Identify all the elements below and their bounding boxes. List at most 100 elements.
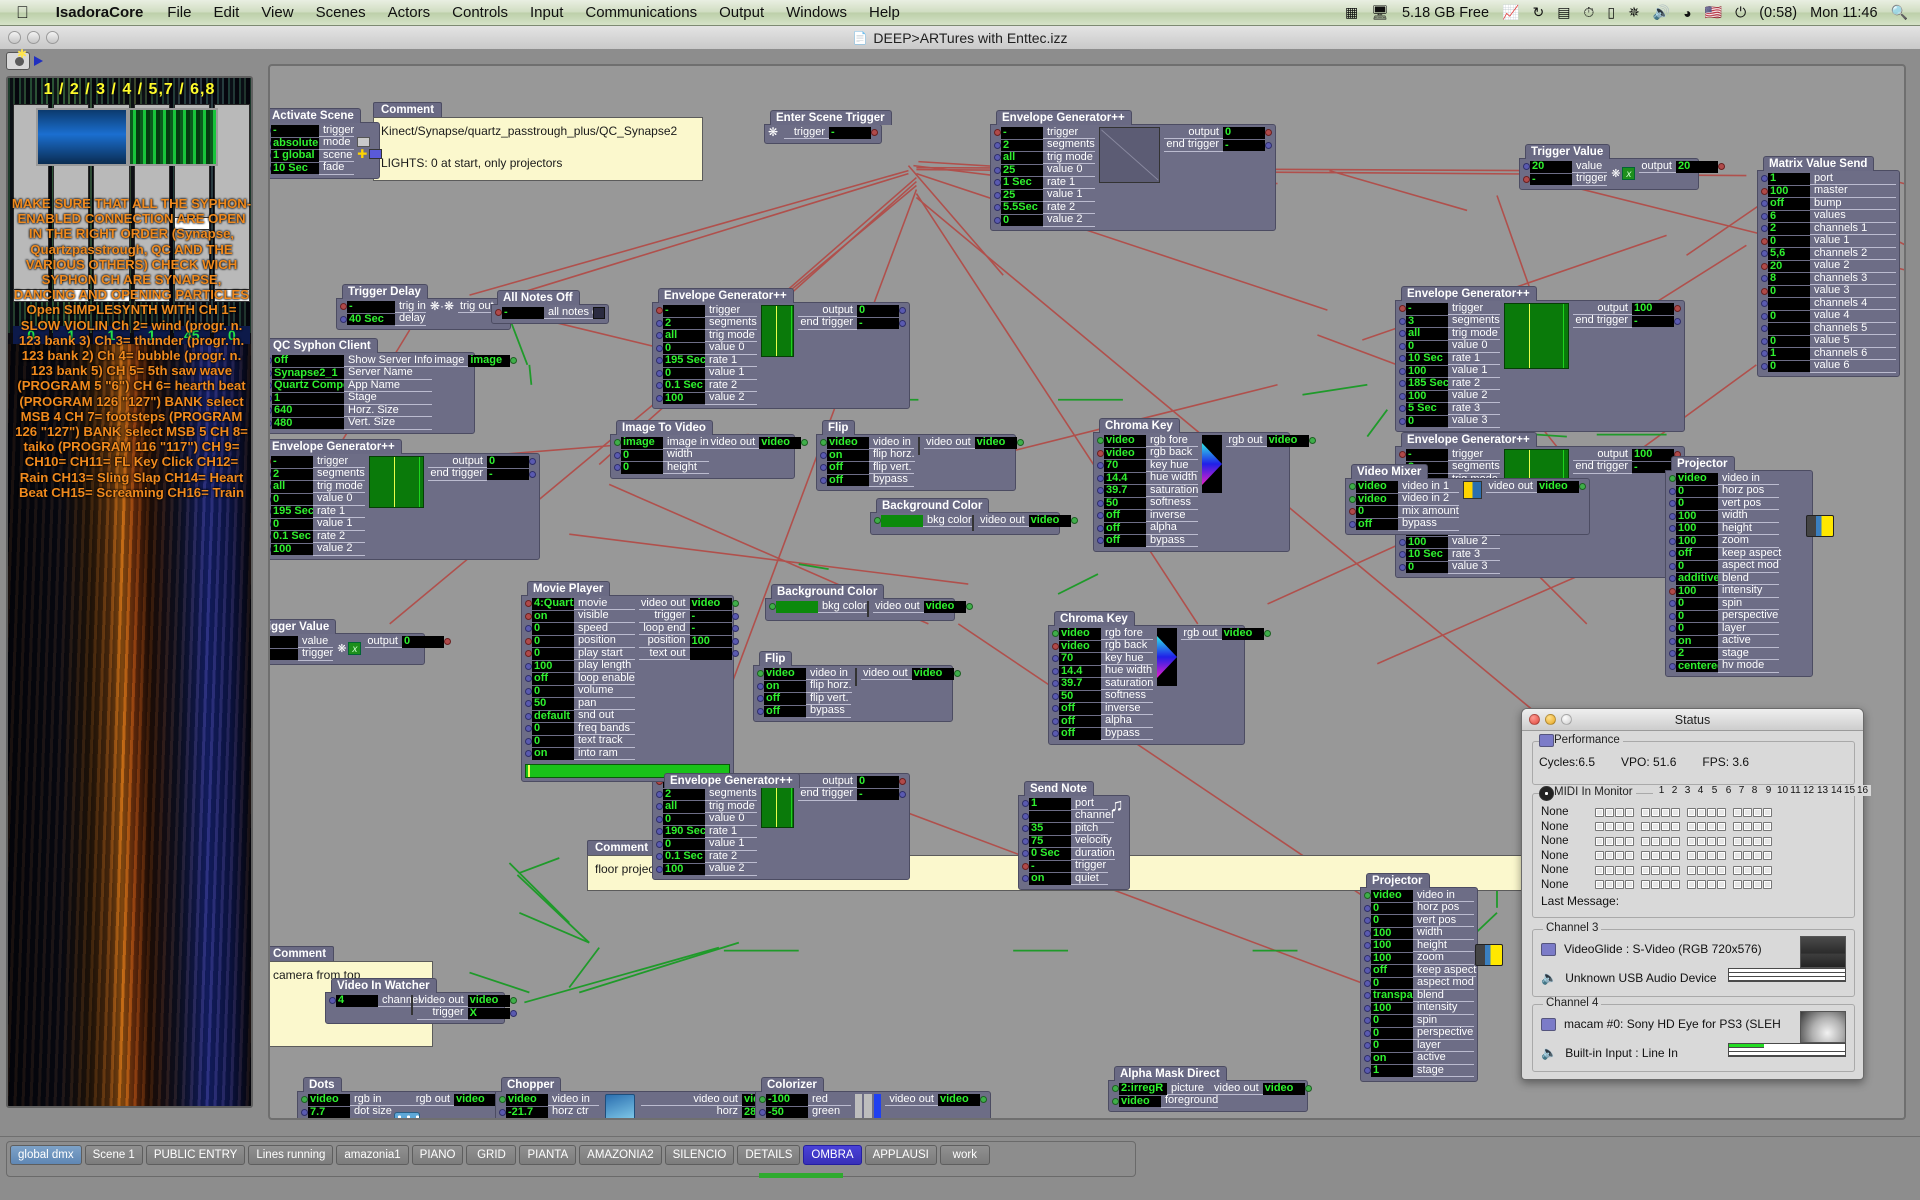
value-field[interactable]: on: [1676, 635, 1718, 647]
actor-title[interactable]: Envelope Generator++: [1401, 286, 1537, 301]
value-field[interactable]: 0.1 Sec: [271, 531, 313, 543]
input-port[interactable]: [994, 154, 1001, 162]
value-field[interactable]: off: [827, 462, 869, 474]
value-field[interactable]: 2: [663, 317, 705, 329]
scene-tab-silencio[interactable]: SILENCIO: [664, 1145, 735, 1165]
actor-title[interactable]: Dots: [303, 1077, 342, 1092]
actor-activate-scene[interactable]: Activate Scene - trigger absolute mode 1 g…: [270, 108, 383, 180]
actor-title[interactable]: Background Color: [771, 584, 885, 599]
actor-title[interactable]: Flip: [759, 651, 793, 666]
input-port[interactable]: [1022, 862, 1029, 870]
value-field[interactable]: off: [1676, 548, 1718, 560]
value-field[interactable]: 640: [272, 405, 344, 417]
input-port[interactable]: [757, 682, 764, 690]
scene-tab-piano[interactable]: PIANO: [411, 1145, 464, 1165]
input-port[interactable]: [656, 853, 663, 861]
value-field[interactable]: -21.7: [506, 1106, 548, 1118]
value-field[interactable]: all: [1406, 328, 1448, 340]
input-port[interactable]: [1399, 451, 1406, 459]
value-field[interactable]: -: [271, 456, 313, 468]
value-field[interactable]: 100: [1768, 185, 1810, 197]
value-field[interactable]: 0: [621, 449, 663, 461]
clock-menu[interactable]: Mon 11:46: [1810, 5, 1877, 21]
value-field[interactable]: off: [272, 355, 344, 367]
input-port[interactable]: [1761, 225, 1768, 233]
actor-enter-scene-trigger[interactable]: Enter Scene Trigger ❋ trigger -: [764, 110, 892, 145]
input-port[interactable]: [1761, 200, 1768, 208]
value-field[interactable]: 2: [271, 468, 313, 480]
actor-envelope-generator-3[interactable]: Envelope Generator++ - trigger 3 segments …: [1395, 286, 1685, 433]
input-port[interactable]: [1399, 342, 1406, 350]
scene-tab-amazonia1[interactable]: amazonia1: [336, 1145, 409, 1165]
value-field[interactable]: 0: [1768, 360, 1810, 372]
timemachine-menu-icon[interactable]: ⏱: [1583, 4, 1594, 21]
value-field[interactable]: 70: [1059, 653, 1101, 665]
spotlight-search-icon[interactable]: 🔍: [1891, 4, 1908, 21]
value-field[interactable]: 195 Sec: [271, 506, 313, 518]
input-port[interactable]: [1761, 187, 1768, 195]
value-field[interactable]: 190 Sec: [663, 826, 705, 838]
value-field[interactable]: 0: [532, 735, 574, 747]
value-field[interactable]: 100: [1371, 1002, 1413, 1014]
value-field[interactable]: 14.4: [1104, 472, 1146, 484]
menu-item-help[interactable]: Help: [858, 4, 911, 21]
input-port[interactable]: [820, 464, 827, 472]
input-port[interactable]: [1052, 692, 1059, 700]
input-port[interactable]: [1097, 524, 1104, 532]
input-port[interactable]: [994, 191, 1001, 199]
output-port[interactable]: [899, 319, 906, 327]
value-field[interactable]: 2: [1001, 139, 1043, 151]
value-field[interactable]: 5,6: [1768, 248, 1810, 260]
input-port[interactable]: [1097, 449, 1104, 457]
input-port[interactable]: [525, 612, 532, 620]
value-field[interactable]: 14.4: [1059, 665, 1101, 677]
input-port[interactable]: [820, 451, 827, 459]
input-port[interactable]: [1761, 237, 1768, 245]
value-field[interactable]: 100: [1371, 927, 1413, 939]
value-field[interactable]: 100: [1406, 536, 1448, 548]
actor-trigger-value-mid[interactable]: Trigger Value 0value -trigger ❋ x output…: [270, 619, 451, 666]
input-port[interactable]: [759, 1108, 766, 1116]
value-field[interactable]: 100: [1676, 523, 1718, 535]
play-icon[interactable]: [34, 56, 43, 66]
value-field[interactable]: additive: [1676, 573, 1718, 585]
input-port[interactable]: [1669, 575, 1676, 583]
value-field[interactable]: 100: [1371, 940, 1413, 952]
input-port[interactable]: [525, 712, 532, 720]
input-port[interactable]: [1399, 551, 1406, 559]
output-port[interactable]: [1674, 305, 1681, 313]
value-field[interactable]: -: [1530, 173, 1572, 185]
input-port[interactable]: [1349, 520, 1356, 528]
input-port[interactable]: [525, 650, 532, 658]
actor-trigger-value-top[interactable]: Trigger Value 20 value - trigger ❋ x outpu…: [1519, 144, 1725, 191]
minimize-button[interactable]: [1545, 714, 1556, 725]
value-field[interactable]: all: [271, 481, 313, 493]
actor-title[interactable]: QC Syphon Client: [270, 338, 378, 353]
input-port[interactable]: [1364, 1004, 1371, 1012]
value-field[interactable]: 1: [1371, 1065, 1413, 1077]
input-port[interactable]: [656, 803, 663, 811]
input-port[interactable]: [1399, 392, 1406, 400]
value-field[interactable]: 100: [1676, 510, 1718, 522]
value-field[interactable]: 50: [1104, 497, 1146, 509]
value-field[interactable]: 35: [1029, 823, 1071, 835]
output-port[interactable]: [509, 1009, 517, 1017]
value-field[interactable]: 20: [1768, 260, 1810, 272]
scene-tab-work[interactable]: work: [939, 1145, 990, 1165]
value-field[interactable]: 0: [1676, 485, 1718, 497]
value-field[interactable]: off: [827, 474, 869, 486]
actor-title[interactable]: Projector: [1366, 873, 1430, 888]
value-field[interactable]: video: [1104, 435, 1146, 447]
input-port[interactable]: [994, 129, 1001, 137]
menu-item-windows[interactable]: Windows: [775, 4, 858, 21]
value-field[interactable]: all: [663, 330, 705, 342]
input-port[interactable]: [757, 707, 764, 715]
value-field[interactable]: 4: [336, 995, 378, 1007]
input-port[interactable]: [1364, 904, 1371, 912]
actor-background-color-2[interactable]: Background Color bkg color video out vide…: [765, 584, 973, 622]
value-field[interactable]: 0: [271, 518, 313, 530]
value-field[interactable]: 10 Sec: [271, 162, 319, 174]
value-field[interactable]: 8: [1768, 273, 1810, 285]
value-field[interactable]: -: [270, 648, 298, 660]
menu-app-name[interactable]: IsadoraCore: [43, 4, 157, 21]
